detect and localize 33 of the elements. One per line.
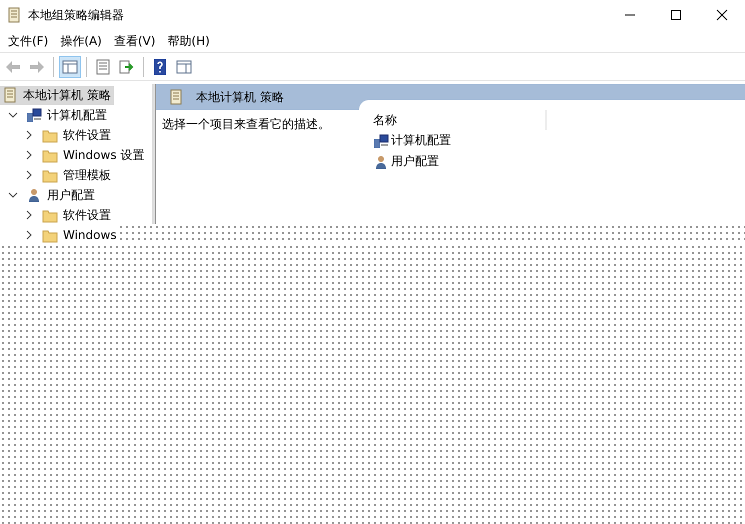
tree-item[interactable]: 用户配置 — [24, 186, 98, 204]
pane-title: 本地计算机 策略 — [196, 88, 284, 106]
tree-item[interactable]: 软件设置 — [40, 126, 114, 144]
tree-toggle-button[interactable] — [59, 56, 81, 78]
menu-item[interactable]: 帮助(H) — [161, 32, 216, 50]
menu-item[interactable]: 查看(V) — [108, 32, 162, 50]
tree-item[interactable]: 管理模板 — [40, 166, 114, 184]
tree-item[interactable]: 本地计算机 策略 — [0, 86, 114, 104]
document-icon — [6, 7, 22, 23]
help-icon — [151, 58, 169, 76]
tree-item[interactable]: 软件设置 — [40, 206, 114, 224]
document-icon — [168, 89, 184, 105]
document-icon — [2, 87, 18, 103]
tree-pane-icon — [61, 58, 79, 76]
maximize-icon — [670, 9, 682, 21]
export-icon — [118, 58, 136, 76]
tree-item[interactable]: 计算机配置 — [24, 106, 110, 124]
computer-icon — [26, 107, 42, 123]
description-text: 选择一个项目来查看它的描述。 — [161, 116, 331, 133]
tree-item[interactable]: Windows 设置 — [40, 146, 148, 164]
user-icon — [373, 154, 389, 170]
list-icon — [94, 58, 112, 76]
list-item[interactable]: 计算机配置 — [359, 130, 745, 151]
window-title: 本地组策略编辑器 — [28, 6, 124, 24]
list-item[interactable]: 用户配置 — [359, 151, 745, 172]
pane-icon — [175, 58, 193, 76]
user-icon — [26, 187, 42, 203]
menu-item[interactable]: 操作(A) — [54, 32, 108, 50]
menu-item[interactable]: 文件(F) — [2, 32, 54, 50]
tree-item[interactable]: Windows — [40, 226, 120, 244]
column-header[interactable]: 名称 — [359, 110, 547, 130]
close-icon — [716, 9, 728, 21]
computer-icon — [373, 132, 389, 148]
